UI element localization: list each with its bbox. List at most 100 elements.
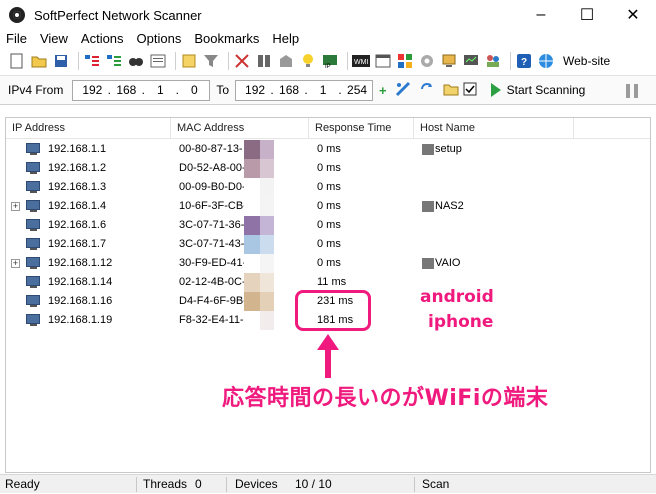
computer-icon[interactable] xyxy=(440,52,458,70)
network-icon[interactable] xyxy=(255,52,273,70)
redaction xyxy=(244,311,260,330)
ip-address-cell: 192.168.1.4 xyxy=(48,200,107,212)
redaction xyxy=(244,197,260,216)
ip-from-input[interactable]: 192. 168. 1. 0 xyxy=(72,79,211,101)
menu-view[interactable]: View xyxy=(34,30,75,48)
redaction xyxy=(260,254,274,273)
close-button[interactable]: ✕ xyxy=(610,0,656,30)
status-ready: Ready xyxy=(5,477,40,491)
menu-options[interactable]: Options xyxy=(131,30,189,48)
find-icon[interactable] xyxy=(127,52,145,70)
monitor-icon[interactable] xyxy=(462,52,480,70)
host-name-text: VAIO xyxy=(435,257,461,269)
menu-file[interactable]: File xyxy=(0,30,34,48)
table-row[interactable]: 192.168.1.1 00-80-87-13- 0 ms setup xyxy=(6,140,650,159)
computer-icon xyxy=(26,181,42,194)
minimize-button[interactable]: – xyxy=(518,0,564,30)
computer-icon xyxy=(26,143,42,156)
refresh-icon[interactable] xyxy=(419,81,435,100)
menu-actions[interactable]: Actions xyxy=(75,30,131,48)
host-name-cell: NAS2 xyxy=(422,197,464,216)
response-time-cell: 0 ms xyxy=(317,257,341,269)
mac-address-cell: 3C-07-71-43- xyxy=(179,238,245,250)
redaction xyxy=(260,292,274,311)
threads-label: Threads xyxy=(143,477,188,491)
redaction xyxy=(260,197,274,216)
ip-address-cell: 192.168.1.3 xyxy=(48,181,107,193)
menu-help[interactable]: Help xyxy=(266,30,306,48)
col-response-time[interactable]: Response Time xyxy=(309,118,414,139)
redaction xyxy=(260,235,274,254)
app-icon xyxy=(9,7,25,23)
filter-icon[interactable] xyxy=(202,52,220,70)
ip-address-cell: 192.168.1.1 xyxy=(48,143,107,155)
devices-label: Devices xyxy=(235,477,278,491)
android-label: android xyxy=(420,287,494,307)
redaction xyxy=(260,311,274,330)
checkbox-icon[interactable] xyxy=(463,82,477,99)
range-tool-icon[interactable] xyxy=(395,81,411,100)
window-icon[interactable] xyxy=(374,52,392,70)
mac-address-cell: D0-52-A8-00- xyxy=(179,162,246,174)
ip-address-cell: 192.168.1.14 xyxy=(48,276,113,288)
mac-address-cell: 02-12-4B-0C- xyxy=(179,276,246,288)
ip-address-cell: 192.168.1.6 xyxy=(48,219,107,231)
col-host-name[interactable]: Host Name xyxy=(414,118,574,139)
mac-address-cell: 00-80-87-13- xyxy=(179,143,243,155)
menu-bookmarks[interactable]: Bookmarks xyxy=(188,30,266,48)
scan-status: Scan xyxy=(422,477,450,491)
folder-icon[interactable] xyxy=(443,82,459,99)
redaction xyxy=(244,254,260,273)
highlight-box xyxy=(295,290,371,331)
redaction xyxy=(244,216,260,235)
expand-icon[interactable]: + xyxy=(11,259,20,268)
redaction xyxy=(244,292,260,311)
settings-icon[interactable] xyxy=(418,52,436,70)
ip-icon[interactable]: IP xyxy=(321,52,339,70)
add-range-icon[interactable]: + xyxy=(379,83,387,98)
grid-icon[interactable] xyxy=(396,52,414,70)
start-scanning-button[interactable]: Start Scanning xyxy=(490,83,586,97)
open-folder-icon[interactable] xyxy=(30,52,48,70)
ping-icon[interactable] xyxy=(277,52,295,70)
pause-icon[interactable] xyxy=(626,84,638,98)
annotation-note: 応答時間の長いのがWiFiの端末 xyxy=(222,386,549,411)
list-icon[interactable] xyxy=(149,52,167,70)
users-icon[interactable] xyxy=(484,52,502,70)
redaction xyxy=(260,216,274,235)
bulb-icon[interactable] xyxy=(299,52,317,70)
table-row[interactable]: 192.168.1.2 D0-52-A8-00- 0 ms xyxy=(6,159,650,178)
start-scanning-label: Start Scanning xyxy=(506,83,586,97)
svg-text:IP: IP xyxy=(325,64,331,69)
maximize-button[interactable]: ☐ xyxy=(564,0,610,30)
redaction xyxy=(244,273,260,292)
table-row[interactable]: 192.168.1.3 00-09-B0-D0- 0 ms xyxy=(6,178,650,197)
mac-address-cell: D4-F4-6F-9B- xyxy=(179,295,247,307)
wmi-icon[interactable]: WMI xyxy=(352,52,370,70)
save-icon[interactable] xyxy=(52,52,70,70)
host-name-cell: setup xyxy=(422,140,462,159)
ip-to-input[interactable]: 192. 168. 1. 254 xyxy=(235,79,374,101)
tools-icon[interactable] xyxy=(233,52,251,70)
col-mac-address[interactable]: MAC Address xyxy=(171,118,309,139)
mac-address-cell: 3C-07-71-36- xyxy=(179,219,245,231)
collapse-all-icon[interactable] xyxy=(105,52,123,70)
expand-icon[interactable]: + xyxy=(11,202,20,211)
expand-all-icon[interactable] xyxy=(83,52,101,70)
redaction xyxy=(260,273,274,292)
table-row[interactable]: +192.168.1.4 10-6F-3F-CB- 0 ms NAS2 xyxy=(6,197,650,216)
table-row[interactable]: +192.168.1.12 30-F9-ED-41- 0 ms VAIO xyxy=(6,254,650,273)
col-ip-address[interactable]: IP Address xyxy=(6,118,171,139)
mac-address-cell: 00-09-B0-D0- xyxy=(179,181,246,193)
redaction xyxy=(422,200,434,212)
mac-address-cell: F8-32-E4-11- xyxy=(179,314,244,326)
website-link[interactable]: Web-site xyxy=(563,54,610,68)
new-icon[interactable] xyxy=(8,52,26,70)
host-name-text: NAS2 xyxy=(435,200,464,212)
help-icon[interactable]: ? xyxy=(515,52,533,70)
table-row[interactable]: 192.168.1.7 3C-07-71-43- 0 ms xyxy=(6,235,650,254)
host-name-text: setup xyxy=(435,143,462,155)
table-row[interactable]: 192.168.1.6 3C-07-71-36- 0 ms xyxy=(6,216,650,235)
globe-icon[interactable] xyxy=(537,52,555,70)
note-icon[interactable] xyxy=(180,52,198,70)
